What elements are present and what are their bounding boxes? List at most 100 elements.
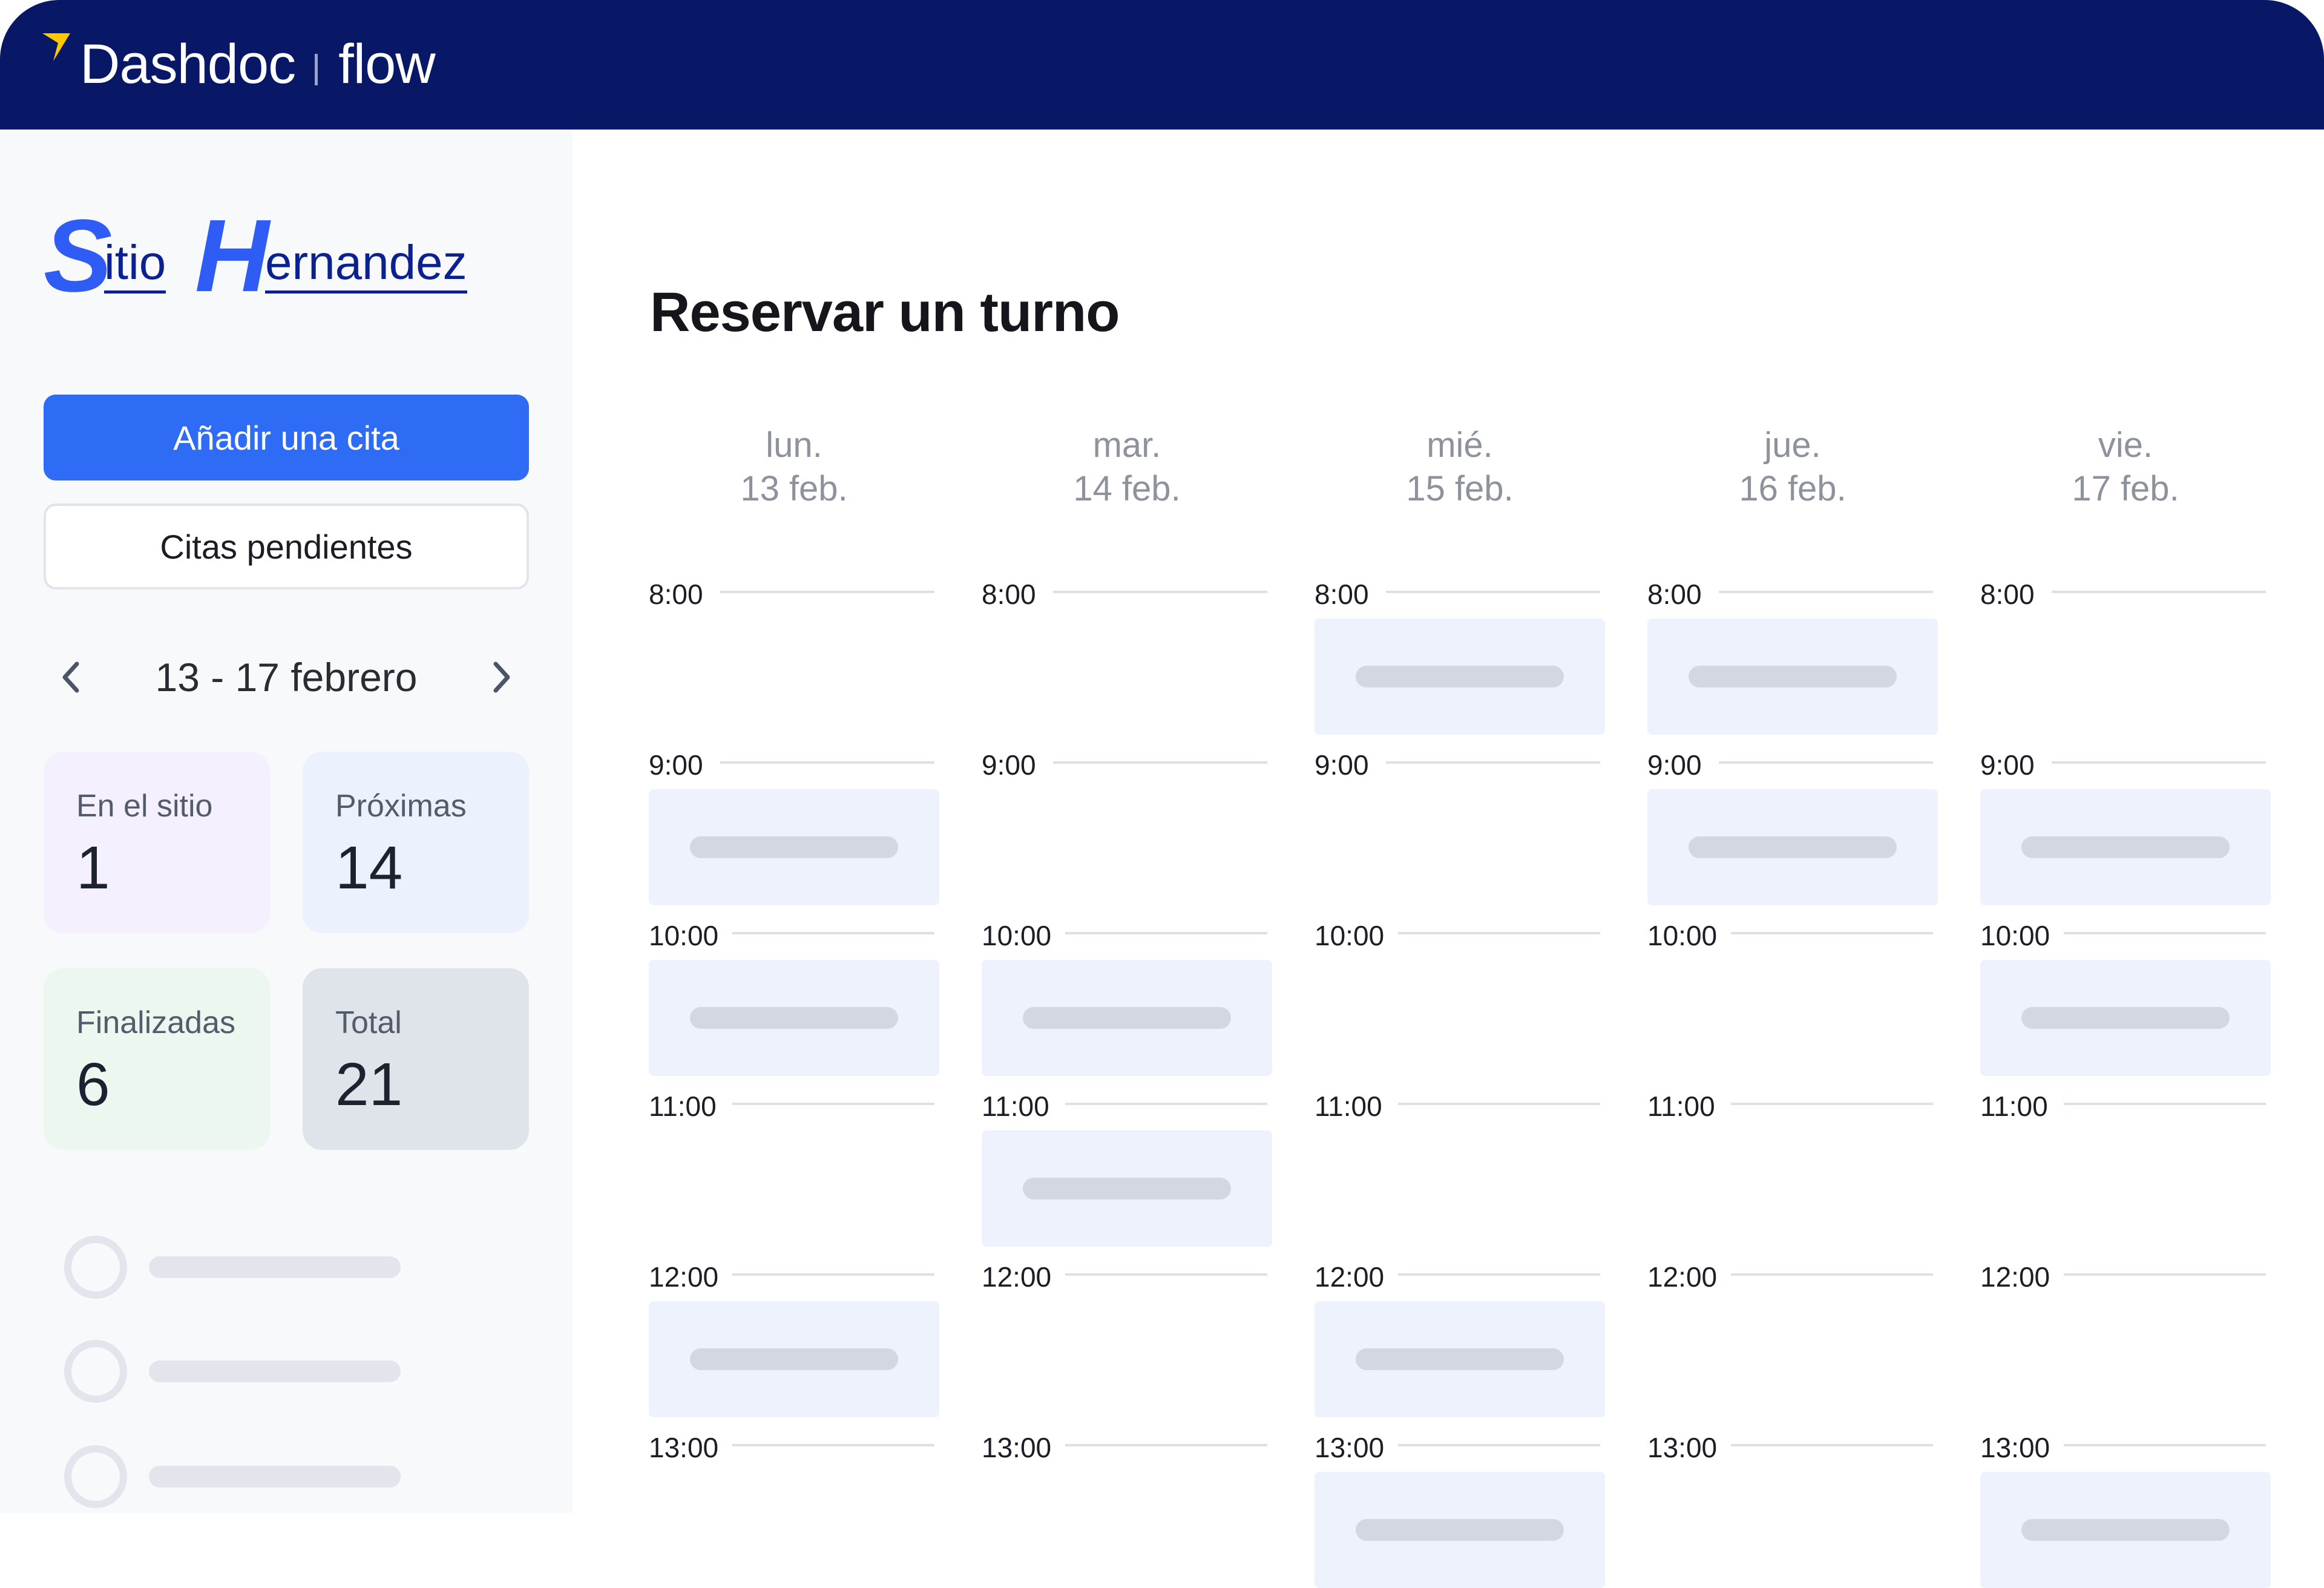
hour-gridline xyxy=(1398,1103,1600,1105)
hour-gridline xyxy=(2064,1103,2266,1105)
stat-card-on-site[interactable]: En el sitio 1 xyxy=(44,752,270,933)
hour-label: 11:00 xyxy=(649,1091,717,1122)
radio-placeholder-icon xyxy=(64,1340,127,1403)
chevron-right-icon xyxy=(493,661,510,693)
appointment-slot[interactable] xyxy=(649,789,939,905)
list-item[interactable] xyxy=(64,1236,401,1299)
day-date: 17 feb. xyxy=(2072,469,2179,508)
stat-value: 6 xyxy=(76,1051,110,1118)
hour-gridline xyxy=(1065,1273,1267,1276)
pending-appointments-button[interactable]: Citas pendientes xyxy=(44,504,529,589)
appointment-slot[interactable] xyxy=(1980,789,2271,905)
appointment-slot[interactable] xyxy=(649,1301,939,1417)
hour-label: 8:00 xyxy=(1315,579,1369,610)
hour-gridline xyxy=(2064,932,2266,934)
appointment-slot[interactable] xyxy=(1315,1301,1605,1417)
hour-label: 13:00 xyxy=(1315,1432,1385,1463)
appointment-slot[interactable] xyxy=(1315,1472,1605,1588)
site-logo: S itio H ernandez xyxy=(44,205,479,307)
day-header: mar. 14 feb. xyxy=(982,424,1272,511)
text-placeholder xyxy=(1356,1348,1564,1370)
text-placeholder xyxy=(2021,1007,2230,1029)
hour-gridline xyxy=(1731,1444,1933,1446)
hour-gridline xyxy=(1731,1273,1933,1276)
hour-gridline xyxy=(1065,1444,1267,1446)
brand-logo[interactable]: Dashdoc flow xyxy=(40,28,436,100)
text-placeholder xyxy=(1356,1519,1564,1541)
appointment-slot[interactable] xyxy=(649,960,939,1076)
hour-gridline xyxy=(1731,932,1933,934)
day-date: 13 feb. xyxy=(740,469,848,508)
hour-gridline xyxy=(1065,1103,1267,1105)
brand-separator xyxy=(315,54,318,85)
hour-gridline xyxy=(732,1103,934,1105)
hour-gridline xyxy=(720,591,934,593)
hour-label: 9:00 xyxy=(1647,749,1702,781)
appointment-slot[interactable] xyxy=(1647,789,1938,905)
appointment-slot[interactable] xyxy=(1647,618,1938,735)
previous-week-button[interactable] xyxy=(44,650,98,704)
hour-label: 8:00 xyxy=(1647,579,1702,610)
hour-label: 12:00 xyxy=(1315,1261,1385,1293)
hour-label: 8:00 xyxy=(649,579,703,610)
hour-label: 9:00 xyxy=(1980,749,2035,781)
add-appointment-button[interactable]: Añadir una cita xyxy=(44,395,529,481)
hour-label: 9:00 xyxy=(1315,749,1369,781)
hour-label: 8:00 xyxy=(982,579,1036,610)
hour-label: 10:00 xyxy=(649,920,719,951)
stat-card-finished[interactable]: Finalizadas 6 xyxy=(44,968,270,1150)
stat-value: 21 xyxy=(335,1051,403,1118)
list-item[interactable] xyxy=(64,1340,401,1403)
hour-gridline xyxy=(1065,932,1267,934)
stat-card-upcoming[interactable]: Próximas 14 xyxy=(303,752,529,933)
text-placeholder xyxy=(1023,1178,1231,1199)
stat-label: Próximas xyxy=(335,789,467,824)
stat-card-total[interactable]: Total 21 xyxy=(303,968,529,1150)
hour-gridline xyxy=(2064,1444,2266,1446)
appointment-slot[interactable] xyxy=(982,1130,1272,1247)
list-item[interactable] xyxy=(64,1445,401,1508)
hour-gridline xyxy=(1053,761,1267,764)
appointment-slot[interactable] xyxy=(1315,618,1605,735)
hour-label: 11:00 xyxy=(1647,1091,1715,1122)
hour-gridline xyxy=(1719,591,1933,593)
day-date: 16 feb. xyxy=(1739,469,1846,508)
app-header: Dashdoc flow xyxy=(0,0,2324,130)
text-placeholder xyxy=(1689,836,1897,858)
stat-label: En el sitio xyxy=(76,789,213,824)
stat-value: 14 xyxy=(335,834,403,902)
next-week-button[interactable] xyxy=(474,650,529,704)
hour-gridline xyxy=(1398,932,1600,934)
appointment-slot[interactable] xyxy=(1980,1472,2271,1588)
text-placeholder xyxy=(690,836,898,858)
day-header: jue. 16 feb. xyxy=(1647,424,1938,511)
stat-label: Total xyxy=(335,1005,402,1040)
site-logo-initial-s: S xyxy=(44,198,113,313)
day-header: lun. 13 feb. xyxy=(649,424,939,511)
text-placeholder xyxy=(2021,836,2230,858)
brand-product: flow xyxy=(338,33,436,95)
day-date: 14 feb. xyxy=(1073,469,1181,508)
stat-label: Finalizadas xyxy=(76,1005,236,1040)
hour-label: 10:00 xyxy=(982,920,1052,951)
hour-label: 13:00 xyxy=(649,1432,719,1463)
hour-label: 13:00 xyxy=(1980,1432,2050,1463)
day-header: mié. 15 feb. xyxy=(1315,424,1605,511)
day-weekday: mar. xyxy=(1092,425,1161,465)
site-logo-word-2: ernandez xyxy=(265,238,467,294)
hour-label: 10:00 xyxy=(1647,920,1718,951)
appointment-slot[interactable] xyxy=(1980,960,2271,1076)
text-placeholder xyxy=(149,1360,401,1382)
hour-gridline xyxy=(1398,1444,1600,1446)
hour-gridline xyxy=(732,1444,934,1446)
week-navigator: 13 - 17 febrero xyxy=(44,644,529,710)
hour-label: 8:00 xyxy=(1980,579,2035,610)
text-placeholder xyxy=(1689,666,1897,687)
appointment-slot[interactable] xyxy=(982,960,1272,1076)
hour-gridline xyxy=(2064,1273,2266,1276)
site-logo-initial-h: H xyxy=(195,198,269,313)
sidebar: S itio H ernandez Añadir una cita Citas … xyxy=(0,130,573,1513)
text-placeholder xyxy=(1356,666,1564,687)
hour-gridline xyxy=(1386,591,1600,593)
text-placeholder xyxy=(149,1466,401,1488)
